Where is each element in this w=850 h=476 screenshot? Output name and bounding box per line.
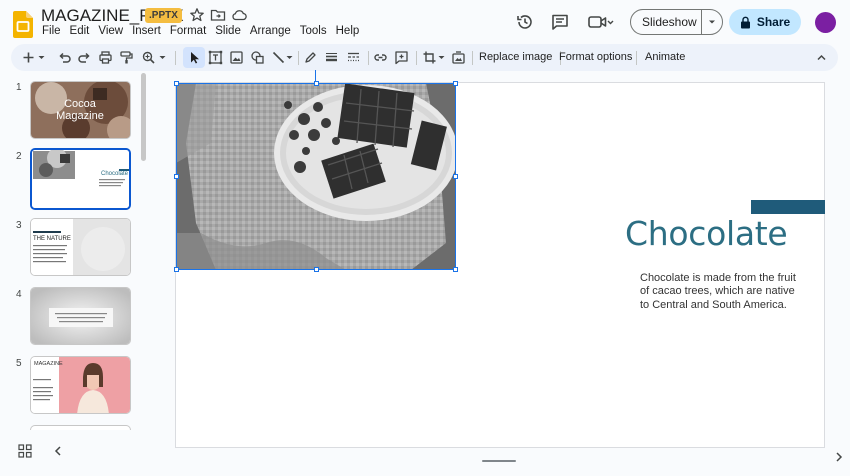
resize-handle-bottom-left[interactable] [174, 267, 179, 272]
add-comment-icon[interactable] [394, 50, 409, 65]
slide-number: 5 [16, 358, 22, 369]
slide-thumbnail-title: Chocolate [101, 171, 129, 177]
collapse-toolbar-icon[interactable] [814, 50, 829, 65]
crop-dropdown-icon[interactable] [437, 50, 446, 65]
slide-thumbnail-5[interactable]: MAGAZINE [30, 356, 131, 414]
border-weight-icon[interactable] [324, 50, 339, 65]
new-slide-icon[interactable] [21, 50, 36, 65]
toolbar: Replace image Format options Animate [11, 44, 838, 71]
text-box-icon[interactable] [208, 50, 223, 65]
speaker-notes-handle[interactable] [482, 460, 516, 462]
grid-view-icon[interactable] [18, 444, 32, 458]
resize-handle-bottom[interactable] [314, 267, 319, 272]
resize-handle-bottom-right[interactable] [453, 267, 458, 272]
filmstrip-scrollbar[interactable] [141, 73, 146, 161]
slide-thumbnail-6[interactable] [30, 425, 131, 430]
image-selection-box[interactable] [174, 81, 458, 272]
slide-number: 2 [16, 151, 22, 162]
menu-file[interactable]: File [42, 24, 61, 38]
slide-thumbnail-4[interactable] [30, 287, 131, 345]
format-options-button[interactable]: Format options [559, 51, 632, 63]
undo-icon[interactable] [57, 50, 72, 65]
zoom-dropdown-icon[interactable] [158, 50, 167, 65]
slide-number: 1 [16, 82, 22, 93]
slideshow-button[interactable]: Slideshow [630, 9, 723, 35]
menu-insert[interactable]: Insert [132, 24, 161, 38]
link-icon[interactable] [373, 50, 388, 65]
line-dropdown-icon[interactable] [285, 50, 294, 65]
meet-video-icon[interactable] [587, 12, 615, 32]
slide-number: 4 [16, 289, 22, 300]
new-slide-dropdown-icon[interactable] [37, 50, 46, 65]
animate-button[interactable]: Animate [645, 51, 685, 63]
line-icon[interactable] [271, 50, 286, 65]
menu-help[interactable]: Help [336, 24, 360, 38]
toolbar-divider [472, 51, 473, 65]
move-folder-icon[interactable] [210, 7, 226, 23]
insert-image-icon[interactable] [229, 50, 244, 65]
toolbar-divider [636, 51, 637, 65]
slide-thumbnail-3[interactable]: THE NATURE [30, 218, 131, 276]
slide-thumbnail-title: Cocoa Magazine [56, 98, 104, 122]
toolbar-divider [298, 51, 299, 65]
menu-arrange[interactable]: Arrange [250, 24, 291, 38]
print-icon[interactable] [98, 50, 113, 65]
slide-thumbnail-title: MAGAZINE [34, 361, 63, 367]
slide-thumbnail-1[interactable]: Cocoa Magazine [30, 81, 131, 139]
resize-handle-top-right[interactable] [453, 81, 458, 86]
toolbar-divider [175, 51, 176, 65]
cloud-saved-icon[interactable] [231, 7, 247, 23]
slide-number: 3 [16, 220, 22, 231]
redo-icon[interactable] [77, 50, 92, 65]
resize-handle-right[interactable] [453, 174, 458, 179]
reset-image-icon[interactable] [451, 50, 466, 65]
account-avatar[interactable] [815, 12, 836, 33]
slide-thumbnail-2[interactable]: Chocolate [30, 148, 131, 210]
slide-title[interactable]: Chocolate [625, 214, 788, 253]
border-dash-icon[interactable] [346, 50, 361, 65]
shape-icon[interactable] [250, 50, 265, 65]
expand-side-panel-icon[interactable] [832, 450, 846, 464]
zoom-icon[interactable] [141, 50, 156, 65]
collapse-filmstrip-icon[interactable] [51, 444, 65, 458]
slide-thumbnail-title: THE NATURE [33, 236, 71, 242]
accent-bar[interactable] [751, 200, 825, 214]
select-cursor-icon[interactable] [187, 50, 202, 65]
replace-image-button[interactable]: Replace image [479, 51, 552, 63]
paint-format-icon[interactable] [119, 50, 134, 65]
share-label: Share [756, 15, 791, 29]
border-color-icon[interactable] [303, 50, 318, 65]
slide-body-text[interactable]: Chocolate is made from the fruit of caca… [640, 272, 800, 312]
menu-view[interactable]: View [98, 24, 123, 38]
menu-slide[interactable]: Slide [215, 24, 241, 38]
toolbar-divider [416, 51, 417, 65]
menu-edit[interactable]: Edit [70, 24, 90, 38]
file-type-badge: .PPTX [145, 8, 182, 23]
version-history-icon[interactable] [515, 12, 535, 32]
crop-icon[interactable] [422, 50, 437, 65]
comments-icon[interactable] [550, 12, 570, 32]
resize-handle-left[interactable] [174, 174, 179, 179]
slides-logo-icon[interactable] [13, 11, 33, 38]
lock-icon [740, 16, 751, 29]
menu-bar: File Edit View Insert Format Slide Arran… [42, 24, 368, 38]
rotate-handle[interactable] [315, 70, 316, 82]
resize-handle-top-left[interactable] [174, 81, 179, 86]
menu-format[interactable]: Format [170, 24, 206, 38]
star-icon[interactable] [189, 7, 205, 23]
toolbar-divider [368, 51, 369, 65]
share-button[interactable]: Share [729, 9, 801, 35]
menu-tools[interactable]: Tools [300, 24, 327, 38]
slideshow-label[interactable]: Slideshow [631, 15, 701, 29]
chevron-down-icon[interactable] [702, 17, 722, 27]
